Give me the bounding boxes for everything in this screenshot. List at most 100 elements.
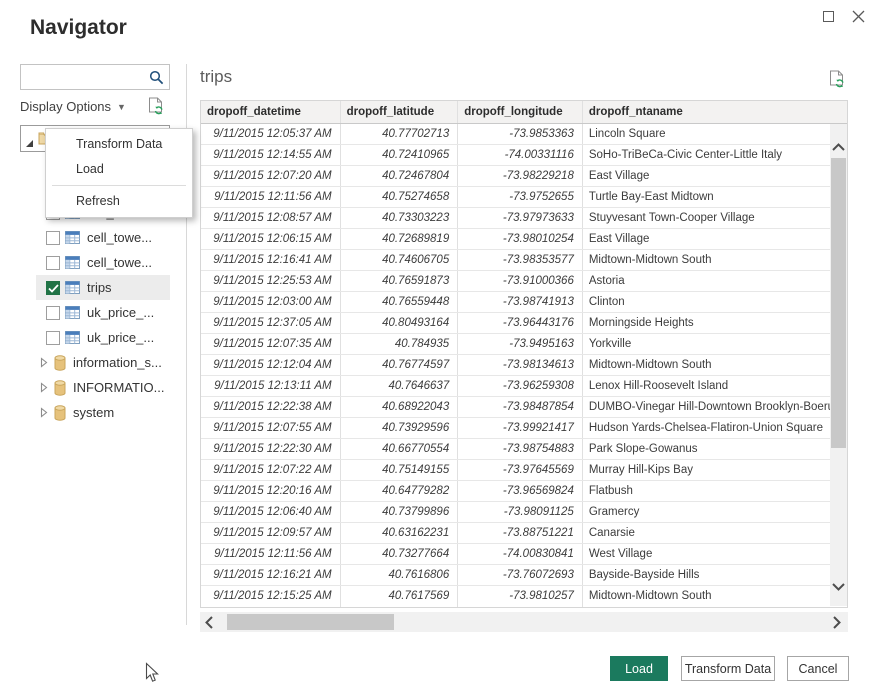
tree-item-label: INFORMATIO...: [73, 380, 164, 395]
table-cell: 9/11/2015 12:07:22 AM: [201, 460, 341, 480]
table-cell: 9/11/2015 12:06:15 AM: [201, 229, 341, 249]
tree-item-trips[interactable]: trips: [36, 275, 170, 300]
column-header-dropoff_ntaname: dropoff_ntaname: [583, 101, 847, 123]
table-cell: 40.73277664: [341, 544, 459, 564]
table-cell: -73.97645569: [458, 460, 583, 480]
table-cell: -73.96569824: [458, 481, 583, 501]
checkbox-unchecked[interactable]: [46, 331, 60, 345]
table-cell: Stuyvesant Town-Cooper Village: [583, 208, 847, 228]
table-row: 9/11/2015 12:22:30 AM40.66770554-73.9875…: [201, 439, 847, 460]
table-cell: -73.98229218: [458, 166, 583, 186]
database-icon: [54, 405, 66, 421]
cancel-button[interactable]: Cancel: [787, 656, 849, 681]
table-cell: Canarsie: [583, 523, 847, 543]
table-row: 9/11/2015 12:07:55 AM40.73929596-73.9992…: [201, 418, 847, 439]
table-row: 9/11/2015 12:06:40 AM40.73799896-73.9809…: [201, 502, 847, 523]
table-cell: 9/11/2015 12:03:00 AM: [201, 292, 341, 312]
table-row: 9/11/2015 12:16:41 AM40.74606705-73.9835…: [201, 250, 847, 271]
checkbox-unchecked[interactable]: [46, 231, 60, 245]
table-row: 9/11/2015 12:05:37 AM40.77702713-73.9853…: [201, 124, 847, 145]
checkbox-checked[interactable]: [46, 281, 60, 295]
table-cell: Midtown-Midtown South: [583, 355, 847, 375]
refresh-preview-icon[interactable]: [829, 70, 846, 90]
close-button[interactable]: [848, 6, 868, 26]
checkbox-unchecked[interactable]: [46, 306, 60, 320]
load-button[interactable]: Load: [610, 656, 668, 681]
table-cell: -73.96443176: [458, 313, 583, 333]
table-row: 9/11/2015 12:25:53 AM40.76591873-73.9100…: [201, 271, 847, 292]
table-cell: 9/11/2015 12:22:30 AM: [201, 439, 341, 459]
tree-item-label: system: [73, 405, 114, 420]
search-input[interactable]: [25, 66, 145, 88]
preview-table-title: trips: [200, 67, 232, 87]
transform-data-button[interactable]: Transform Data: [681, 656, 775, 681]
table-cell: 40.73929596: [341, 418, 459, 438]
table-cell: Lincoln Square: [583, 124, 847, 144]
scroll-left-icon[interactable]: [205, 616, 213, 634]
menu-item-load[interactable]: Load: [46, 157, 192, 182]
vertical-scroll-thumb[interactable]: [831, 158, 846, 448]
table-cell: Flatbush: [583, 481, 847, 501]
maximize-button[interactable]: [818, 6, 838, 26]
table-cell: Gramercy: [583, 502, 847, 522]
table-cell: 40.76774597: [341, 355, 459, 375]
table-cell: Midtown-Midtown South: [583, 250, 847, 270]
table-cell: 40.73303223: [341, 208, 459, 228]
collapse-triangle-icon[interactable]: [25, 135, 34, 153]
menu-item-transform-data[interactable]: Transform Data: [46, 132, 192, 157]
expand-chevron-icon[interactable]: [40, 407, 48, 418]
table-row: 9/11/2015 12:12:04 AM40.76774597-73.9813…: [201, 355, 847, 376]
table-row: 9/11/2015 12:11:56 AM40.75274658-73.9752…: [201, 187, 847, 208]
search-box[interactable]: [20, 64, 170, 90]
expand-chevron-icon[interactable]: [40, 357, 48, 368]
tree-item-label: information_s...: [73, 355, 162, 370]
table-cell: -73.97973633: [458, 208, 583, 228]
close-icon: [852, 10, 865, 23]
tree-item-uk-price[interactable]: uk_price_...: [20, 300, 180, 325]
scroll-up-icon[interactable]: [832, 138, 845, 156]
table-cell: 40.72689819: [341, 229, 459, 249]
table-cell: -73.98010254: [458, 229, 583, 249]
table-cell: 40.73799896: [341, 502, 459, 522]
table-cell: 40.72410965: [341, 145, 459, 165]
expand-chevron-icon[interactable]: [40, 382, 48, 393]
table-cell: 9/11/2015 12:07:35 AM: [201, 334, 341, 354]
table-cell: 9/11/2015 12:07:20 AM: [201, 166, 341, 186]
table-cell: 40.76591873: [341, 271, 459, 291]
table-cell: 40.66770554: [341, 439, 459, 459]
table-cell: 40.75274658: [341, 187, 459, 207]
table-cell: 40.80493164: [341, 313, 459, 333]
table-cell: 40.74606705: [341, 250, 459, 270]
horizontal-scroll-thumb[interactable]: [227, 614, 394, 630]
menu-item-refresh[interactable]: Refresh: [46, 189, 192, 214]
table-cell: 9/11/2015 12:25:53 AM: [201, 271, 341, 291]
table-row: 9/11/2015 12:14:55 AM40.72410965-74.0033…: [201, 145, 847, 166]
table-cell: 9/11/2015 12:37:05 AM: [201, 313, 341, 333]
table-row: 9/11/2015 12:03:00 AM40.76559448-73.9874…: [201, 292, 847, 313]
table-cell: West Village: [583, 544, 847, 564]
tree-item-cell-towe[interactable]: cell_towe...: [20, 250, 180, 275]
vertical-scrollbar[interactable]: [830, 124, 847, 606]
tree-item-cell-towe[interactable]: cell_towe...: [20, 225, 180, 250]
chevron-down-icon: ▼: [117, 102, 126, 112]
table-cell: SoHo-TriBeCa-Civic Center-Little Italy: [583, 145, 847, 165]
horizontal-scrollbar[interactable]: [200, 612, 848, 632]
table-cell: 9/11/2015 12:05:37 AM: [201, 124, 341, 144]
table-cell: -73.98754883: [458, 439, 583, 459]
tree-item-label: trips: [87, 280, 112, 295]
tree-item-information-s[interactable]: information_s...: [20, 350, 180, 375]
table-cell: Lenox Hill-Roosevelt Island: [583, 376, 847, 396]
checkbox-unchecked[interactable]: [46, 256, 60, 270]
display-options-dropdown[interactable]: Display Options ▼: [20, 99, 126, 114]
tree-item-uk-price[interactable]: uk_price_...: [20, 325, 180, 350]
tree-item-informatio[interactable]: INFORMATIO...: [20, 375, 180, 400]
column-header-dropoff_longitude: dropoff_longitude: [458, 101, 583, 123]
scroll-right-icon[interactable]: [833, 616, 841, 634]
scroll-down-icon[interactable]: [832, 578, 845, 596]
display-options-label: Display Options: [20, 99, 111, 114]
refresh-preview-icon[interactable]: [148, 97, 165, 117]
table-cell: 9/11/2015 12:12:04 AM: [201, 355, 341, 375]
tree-item-system[interactable]: system: [20, 400, 180, 425]
search-icon[interactable]: [149, 70, 164, 90]
table-cell: 9/11/2015 12:16:41 AM: [201, 250, 341, 270]
